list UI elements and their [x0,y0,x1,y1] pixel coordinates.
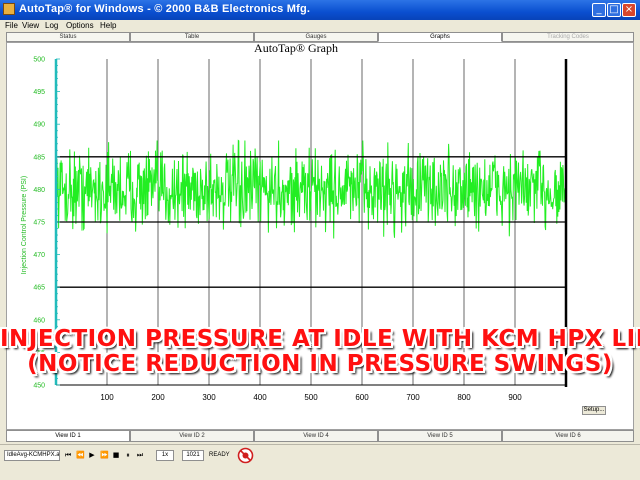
tab-view-id-5[interactable]: View ID 5 [378,430,502,442]
x-tick-label: 800 [457,393,471,402]
rewind-start-icon[interactable]: ⏮ [64,451,72,460]
tab-view-id-4[interactable]: View ID 4 [254,430,378,442]
pause-icon[interactable]: ⏸ [124,451,132,460]
play-icon[interactable]: ▶ [88,451,96,460]
x-tick-label: 600 [355,393,369,402]
step-forward-icon[interactable]: ⏩ [100,451,109,460]
app-window: AutoTap® for Windows - © 2000 B&B Electr… [0,0,640,480]
y-tick-label: 500 [33,57,45,64]
stop-icon[interactable]: ■ [112,451,120,460]
y-tick-label: 490 [33,122,45,129]
tab-view-id-1[interactable]: View ID 1 [6,430,130,442]
rewind-icon[interactable]: ⏪ [76,451,85,460]
y-axis-label: Injection Control Pressure (PSI) [21,176,28,274]
caption-line-1: INJECTION PRESSURE AT IDLE WITH KCM HPX … [0,326,640,352]
forward-end-icon[interactable]: ⏭ [136,451,144,460]
x-tick-label: 400 [253,393,267,402]
y-tick-label: 495 [33,89,45,96]
y-tick-label: 480 [33,187,45,194]
y-tick-label: 465 [33,285,45,292]
x-tick-label: 500 [304,393,318,402]
x-tick-label: 900 [508,393,522,402]
playback-position-field[interactable]: 1021 [182,450,204,461]
status-bar: IdleAvg-KCMHPX.atl ⏮ ⏪ ▶ ⏩ ■ ⏸ ⏭ 1x 1021… [0,444,640,467]
x-tick-label: 100 [100,393,114,402]
tab-view-id-6[interactable]: View ID 6 [502,430,634,442]
y-tick-label: 450 [33,383,45,390]
y-tick-label: 460 [33,317,45,324]
x-tick-labels: 100 200 300 400 500 600 700 800 900 [100,393,522,402]
x-tick-label: 200 [151,393,165,402]
tab-view-id-2[interactable]: View ID 2 [130,430,254,442]
record-off-icon[interactable] [237,447,254,464]
caption-line-2: (NOTICE REDUCTION IN PRESSURE SWINGS) [27,351,613,377]
x-tick-label: 300 [202,393,216,402]
y-tick-label: 470 [33,252,45,259]
y-tick-label: 485 [33,154,45,161]
chart-title: AutoTap® Graph [254,41,338,55]
x-tick-label: 700 [406,393,420,402]
playback-status: READY [209,452,230,458]
y-tick-label: 475 [33,220,45,227]
setup-button[interactable]: Setup... [582,406,606,415]
playback-speed-field[interactable]: 1x [156,450,174,461]
log-file-name: IdleAvg-KCMHPX.atl [4,450,60,461]
view-id-tabs: View ID 1 View ID 2 View ID 4 View ID 5 … [6,430,634,442]
